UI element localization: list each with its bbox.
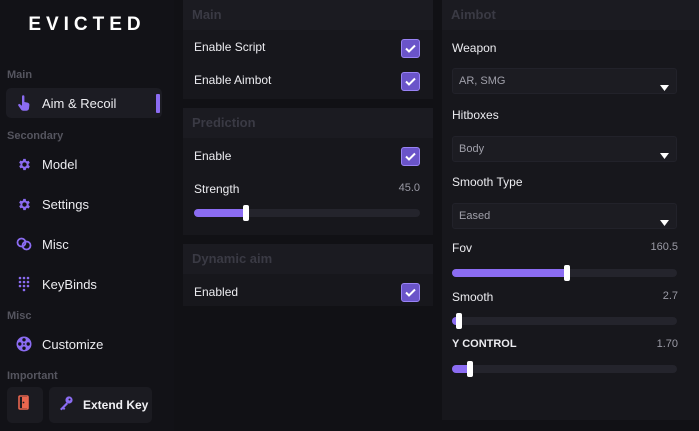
sidebar-item-label: Settings [42, 196, 89, 212]
key-icon [58, 395, 74, 416]
check-icon [405, 284, 416, 302]
y-control-value: 1.70 [656, 338, 678, 350]
hitboxes-label: Hitboxes [452, 108, 499, 122]
app-logo: EVICTED [28, 14, 146, 35]
sidebar-item-settings[interactable]: Settings [6, 189, 162, 219]
caret-down-icon [660, 146, 669, 164]
keypad-icon [16, 276, 32, 292]
check-icon [405, 148, 416, 166]
enable-aimbot-label: Enable Aimbot [194, 73, 272, 87]
dynamic-enabled-label: Enabled [194, 285, 239, 299]
sidebar-item-customize[interactable]: Customize [6, 329, 162, 359]
smooth-type-selected-value: Eased [459, 210, 491, 222]
slider-handle[interactable] [243, 205, 249, 221]
prediction-panel: Prediction Enable Strength 45.0 [183, 108, 433, 235]
gear-icon [16, 196, 32, 212]
smooth-label: Smooth [452, 290, 494, 304]
aimbot-panel: Aimbot Weapon AR, SMG Hitboxes Body Smoo… [442, 0, 699, 420]
link-icon [16, 236, 32, 252]
sidebar-item-label: KeyBinds [42, 276, 97, 292]
smooth-value: 2.7 [662, 290, 678, 302]
weapon-selected-value: AR, SMG [459, 75, 506, 87]
check-icon [405, 40, 416, 58]
prediction-panel-title: Prediction [183, 108, 433, 138]
gear-icon [16, 156, 32, 172]
check-icon [405, 73, 416, 91]
strength-value: 45.0 [398, 182, 420, 194]
slider-fill [452, 269, 567, 277]
film-reel-icon [16, 336, 32, 352]
sidebar-item-label: Customize [42, 336, 104, 352]
smooth-type-select[interactable]: Eased [452, 203, 677, 229]
strength-slider[interactable] [194, 205, 420, 221]
pointer-hand-icon [16, 95, 32, 111]
fov-value: 160.5 [650, 241, 678, 253]
caret-down-icon [660, 78, 669, 96]
sidebar-item-keybinds[interactable]: KeyBinds [6, 269, 162, 299]
extend-key-button[interactable]: Extend Key [49, 387, 152, 423]
sidebar-item-aim-recoil[interactable]: Aim & Recoil [6, 88, 162, 118]
sidebar-item-model[interactable]: Model [6, 149, 162, 179]
weapon-label: Weapon [452, 41, 497, 55]
hitboxes-select[interactable]: Body [452, 136, 677, 162]
caret-down-icon [660, 213, 669, 231]
y-control-label: Y CONTROL [452, 338, 517, 350]
dynamic-enabled-checkbox[interactable] [401, 283, 420, 302]
section-label-main: Main [7, 69, 33, 81]
sidebar-item-label: Aim & Recoil [42, 95, 117, 111]
main-panel: Main Enable Script Enable Aimbot [183, 0, 433, 99]
sidebar: EVICTED Main Aim & Recoil Secondary Mode… [0, 0, 174, 431]
strength-label: Strength [194, 182, 240, 196]
enable-script-checkbox[interactable] [401, 39, 420, 58]
slider-fill [194, 209, 246, 217]
section-label-secondary: Secondary [7, 130, 64, 142]
y-control-slider[interactable] [452, 361, 677, 377]
fov-label: Fov [452, 241, 473, 255]
sidebar-item-label: Model [42, 156, 78, 172]
smooth-type-label: Smooth Type [452, 175, 523, 189]
sidebar-item-misc[interactable]: Misc [6, 229, 162, 259]
exit-button[interactable] [7, 387, 43, 423]
section-label-misc: Misc [7, 310, 32, 322]
smooth-slider[interactable] [452, 313, 677, 329]
section-label-important: Important [7, 370, 58, 382]
aimbot-panel-title: Aimbot [442, 0, 699, 30]
extend-key-label: Extend Key [83, 398, 149, 412]
dynamic-aim-panel-title: Dynamic aim [183, 244, 433, 274]
enable-aimbot-checkbox[interactable] [401, 72, 420, 91]
hitboxes-selected-value: Body [459, 143, 485, 155]
exit-door-icon [18, 395, 32, 415]
slider-handle[interactable] [456, 313, 462, 329]
dynamic-aim-panel: Dynamic aim Enabled [183, 244, 433, 306]
enable-script-label: Enable Script [194, 40, 266, 54]
slider-handle[interactable] [467, 361, 473, 377]
fov-slider[interactable] [452, 265, 677, 281]
weapon-select[interactable]: AR, SMG [452, 68, 677, 94]
main-panel-title: Main [183, 0, 433, 30]
prediction-enable-label: Enable [194, 149, 232, 163]
sidebar-item-label: Misc [42, 236, 69, 252]
active-indicator [156, 94, 160, 113]
slider-handle[interactable] [564, 265, 570, 281]
prediction-enable-checkbox[interactable] [401, 147, 420, 166]
